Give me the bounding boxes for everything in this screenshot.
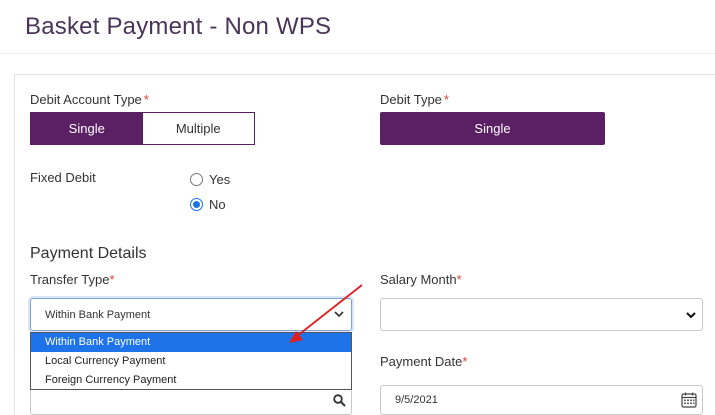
dropdown-option-local-currency[interactable]: Local Currency Payment: [31, 352, 351, 371]
required-mark: *: [143, 92, 149, 107]
payment-date-input[interactable]: 9/5/2021: [380, 385, 703, 415]
transfer-type-value: Within Bank Payment: [45, 308, 151, 321]
salary-month-label: Salary Month*: [380, 272, 462, 287]
search-icon[interactable]: [333, 394, 346, 407]
debit-type-single-button[interactable]: Single: [380, 112, 605, 145]
radio-yes[interactable]: [190, 173, 203, 186]
salary-month-label-text: Salary Month: [380, 272, 457, 287]
chevron-down-icon: [334, 311, 344, 318]
transfer-type-select[interactable]: Within Bank Payment: [30, 298, 352, 331]
payment-date-label-text: Payment Date: [380, 354, 463, 369]
transfer-type-label: Transfer Type*: [30, 272, 115, 287]
dropdown-option-within-bank[interactable]: Within Bank Payment: [31, 333, 351, 352]
transfer-type-dropdown: Within Bank Payment Local Currency Payme…: [30, 332, 352, 390]
required-mark: *: [109, 272, 115, 287]
fixed-debit-label: Fixed Debit: [30, 170, 96, 185]
debit-type-label: Debit Type *: [380, 92, 449, 107]
page-title: Basket Payment - Non WPS: [25, 13, 332, 40]
calendar-icon[interactable]: [680, 391, 698, 409]
debit-account-type-label-text: Debit Account Type: [30, 92, 142, 107]
debit-account-type-label: Debit Account Type *: [30, 92, 149, 107]
transfer-type-label-text: Transfer Type: [30, 272, 110, 287]
page-header: Basket Payment - Non WPS: [0, 0, 715, 54]
payment-details-title: Payment Details: [30, 245, 147, 262]
required-mark: *: [443, 92, 449, 107]
required-mark: *: [462, 354, 468, 369]
payment-date-value: 9/5/2021: [395, 394, 438, 406]
fixed-debit-yes-option[interactable]: Yes: [190, 172, 230, 187]
dropdown-option-foreign-currency[interactable]: Foreign Currency Payment: [31, 371, 351, 390]
radio-no[interactable]: [190, 198, 203, 211]
salary-month-select[interactable]: [380, 298, 703, 331]
fixed-debit-no-option[interactable]: No: [190, 197, 226, 212]
radio-no-label: No: [209, 197, 226, 212]
required-mark: *: [456, 272, 462, 287]
payment-date-label: Payment Date*: [380, 354, 467, 369]
single-option-button[interactable]: Single: [31, 113, 143, 144]
chevron-down-icon: [686, 312, 696, 319]
debit-account-type-toggle: Single Multiple: [30, 112, 255, 145]
multiple-option-button[interactable]: Multiple: [142, 113, 254, 144]
radio-yes-label: Yes: [209, 172, 231, 187]
debit-type-label-text: Debit Type: [380, 92, 442, 107]
